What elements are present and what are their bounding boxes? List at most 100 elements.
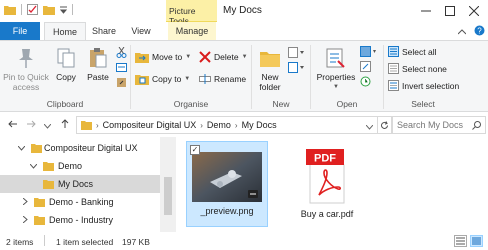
tree-item-demo-industry[interactable]: Demo - Industry [0, 211, 160, 229]
customize-dropdown-icon[interactable] [60, 6, 67, 14]
properties-button[interactable]: Properties ▼ [314, 47, 358, 92]
new-folder-small-icon[interactable] [43, 5, 55, 15]
pin-label: Pin to Quick access [3, 72, 49, 92]
back-arrow-icon[interactable] [8, 119, 18, 132]
selection-checkbox[interactable]: ✓ [190, 145, 200, 155]
navigation-pane: Compositeur Digital UX Demo My Docs Demo… [0, 137, 176, 232]
folder-icon [81, 120, 92, 130]
large-icons-view-button[interactable] [470, 235, 483, 247]
close-button[interactable] [462, 0, 486, 22]
forward-arrow-icon[interactable] [26, 119, 36, 132]
paste-label: Paste [87, 72, 109, 82]
breadcrumb-1[interactable]: Demo [207, 120, 231, 130]
tab-share[interactable]: Share [88, 22, 120, 40]
properties-icon [325, 47, 347, 69]
copy-to-button[interactable]: Copy to ▼ [135, 73, 190, 85]
chevron-right-icon[interactable] [22, 215, 28, 225]
search-box[interactable]: Search My Docs [392, 116, 486, 134]
cut-icon[interactable] [116, 47, 127, 58]
copy-path-icon[interactable] [116, 62, 127, 73]
folder-icon [34, 197, 45, 207]
file-item-buy-a-car-pdf[interactable]: PDF Buy a car.pdf [286, 141, 368, 227]
chevron-right-icon[interactable] [22, 197, 28, 207]
tree-item-my-docs[interactable]: My Docs [0, 175, 160, 193]
delete-button[interactable]: Delete ▼ [199, 51, 248, 63]
file-item-preview-png[interactable]: ✓ _preview.png [186, 141, 268, 227]
history-icon[interactable] [360, 76, 372, 87]
details-view-button[interactable] [454, 235, 467, 247]
chevron-down-icon: ▼ [241, 54, 248, 60]
search-icon[interactable] [472, 121, 481, 132]
move-to-button[interactable]: Move to ▼ [135, 51, 191, 63]
delete-icon [199, 51, 211, 63]
ribbon: Pin to Quick access Copy Paste Clipboard… [0, 40, 488, 112]
minimize-button[interactable] [414, 0, 438, 22]
new-folder-icon [259, 47, 281, 69]
up-arrow-icon[interactable] [60, 119, 70, 132]
chevron-right-icon[interactable]: › [200, 121, 203, 130]
folder-icon [34, 215, 45, 225]
close-icon [469, 6, 479, 16]
paste-button[interactable]: Paste [84, 47, 112, 82]
address-dropdown-icon[interactable] [365, 122, 374, 132]
refresh-button[interactable] [378, 116, 392, 134]
address-bar[interactable]: › Compositeur Digital UX › Demo › My Doc… [76, 116, 378, 134]
select-none-label: Select none [402, 63, 447, 74]
select-all-button[interactable]: Select all [388, 46, 437, 57]
pin-icon [16, 47, 36, 69]
tab-home[interactable]: Home [44, 22, 86, 40]
tree-label: Demo - Banking [49, 197, 114, 207]
edit-icon[interactable] [360, 61, 372, 72]
copy-to-icon [135, 73, 149, 85]
collapse-ribbon-icon[interactable] [457, 27, 467, 37]
chevron-down-icon[interactable] [29, 162, 38, 171]
pdf-badge-label: PDF [314, 153, 336, 165]
file-name: _preview.png [200, 206, 254, 216]
select-group-label: Select [411, 99, 435, 109]
chevron-down-icon: ▼ [333, 84, 339, 90]
easy-access-icon[interactable] [288, 62, 304, 73]
chevron-down-icon: ▼ [184, 76, 191, 82]
open-group-label: Open [336, 99, 358, 109]
svg-text:?: ? [477, 27, 482, 36]
help-icon[interactable]: ? [474, 25, 485, 38]
breadcrumb-2[interactable]: My Docs [242, 120, 277, 130]
breadcrumb-0[interactable]: Compositeur Digital UX [103, 120, 197, 130]
folder-icon [43, 179, 54, 189]
recent-locations-icon[interactable] [43, 121, 52, 132]
properties-check-icon[interactable] [27, 4, 38, 15]
nav-pane-scrollbar[interactable] [160, 137, 176, 232]
move-to-label: Move to [152, 52, 183, 62]
tab-file[interactable]: File [0, 22, 40, 40]
select-none-button[interactable]: Select none [388, 63, 447, 74]
tab-view[interactable]: View [126, 22, 156, 40]
title-bar: Picture Tools My Docs [0, 0, 488, 26]
copy-button[interactable]: Copy [52, 47, 80, 82]
selection-size: 197 KB [122, 237, 150, 247]
details-view-icon [456, 237, 465, 245]
tree-label: Demo [58, 161, 83, 171]
tree-item-demo-banking[interactable]: Demo - Banking [0, 193, 160, 211]
folder-icon[interactable] [4, 5, 16, 15]
folder-icon [43, 161, 54, 171]
scrollbar-thumb[interactable] [164, 177, 172, 215]
paste-shortcut-icon[interactable] [116, 77, 127, 88]
new-folder-button[interactable]: New folder [255, 47, 285, 92]
tab-manage[interactable]: Manage [168, 22, 216, 40]
rename-button[interactable]: Rename [199, 73, 246, 85]
new-item-icon[interactable] [288, 47, 304, 58]
delete-label: Delete [214, 52, 239, 62]
file-list: ✓ _preview.png PDF Buy a car.pdf [176, 137, 488, 232]
select-none-icon [388, 63, 399, 74]
image-thumbnail-icon [192, 152, 262, 202]
open-image-icon[interactable] [360, 46, 376, 57]
chevron-down-icon[interactable] [17, 144, 26, 153]
pin-to-quick-access-button[interactable]: Pin to Quick access [3, 47, 49, 92]
tree-item-demo[interactable]: Demo [0, 157, 160, 175]
maximize-button[interactable] [438, 0, 462, 22]
chevron-right-icon[interactable]: › [96, 121, 99, 130]
invert-selection-button[interactable]: Invert selection [388, 80, 459, 91]
pdf-icon: PDF [306, 149, 345, 204]
tree-item-compositeur[interactable]: Compositeur Digital UX [0, 139, 160, 157]
chevron-right-icon[interactable]: › [235, 121, 238, 130]
